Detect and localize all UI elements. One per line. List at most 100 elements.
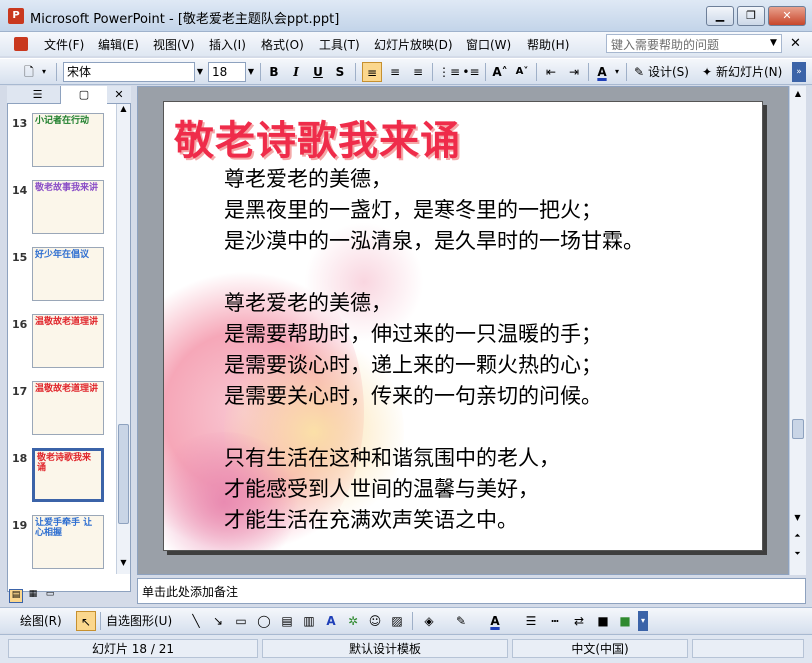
slide-vertical-scrollbar[interactable]: ▲ [789,86,806,575]
dash-style-icon[interactable]: ┅ [546,611,564,631]
slide-text-line[interactable]: 尊老爱老的美德， [224,164,392,195]
slide-text-line[interactable]: 是需要关心时，传来的一句亲切的问候。 [224,381,602,412]
menu-edit[interactable]: 编辑(E) [98,36,139,53]
normal-view-icon[interactable]: ▤ [9,589,23,603]
slide-canvas[interactable]: 敬老诗歌我来诵 尊老爱老的美德， 是黑夜里的一盏灯，是寒冬里的一把火； 是沙漠中的一… [163,101,763,551]
slide-text-line[interactable]: 才能感受到人世间的温馨与美好， [224,474,539,505]
arrow-icon[interactable]: ↘ [210,611,226,631]
menu-slideshow[interactable]: 幻灯片放映(D) [374,36,453,53]
font-name-select[interactable]: 宋体 [63,62,195,82]
slide-thumbnail[interactable]: 温敬故老道理讲 [32,381,104,435]
new-slide-button[interactable]: 新幻灯片(N) [716,62,782,82]
slide-scroll-down-icon[interactable]: ▼ [789,510,806,526]
slide-sorter-icon[interactable]: ▦ [26,589,40,603]
wordart-icon[interactable]: A [322,611,340,631]
bullets-icon[interactable]: •≡ [461,62,481,82]
menu-insert[interactable]: 插入(I) [209,36,246,53]
drawbar-font-color-icon[interactable]: A [486,611,504,631]
close-pane-icon[interactable]: ✕ [111,86,127,104]
slide-scroll-thumb[interactable] [792,419,804,439]
increase-font-icon[interactable]: A˄ [490,62,510,82]
thumbnail-scroll-thumb[interactable] [118,424,129,524]
slide-title[interactable]: 敬老诗歌我来诵 [174,108,461,166]
align-left-icon[interactable]: ≡ [362,62,382,82]
scroll-up-icon[interactable]: ▲ [117,104,130,118]
slide-thumbnail[interactable]: 敬老故事我来讲 [32,180,104,234]
menu-format[interactable]: 格式(O) [261,36,304,53]
slide-thumbnail[interactable]: 让爱手牵手 让心相握 [32,515,104,569]
new-slide-icon[interactable]: ✦ [700,62,714,82]
next-slide-icon[interactable]: ⏷ [789,546,806,562]
menu-file[interactable]: 文件(F) [44,36,84,53]
new-document-icon[interactable]: 🗋 [20,62,38,82]
slide-text-line[interactable]: 只有生活在这种和谐氛围中的老人， [224,443,560,474]
fill-color-icon[interactable]: ◈ [420,611,438,631]
design-button[interactable]: 设计(S) [648,62,689,82]
close-document-icon[interactable]: ✕ [790,36,801,51]
line-style-icon[interactable]: ☰ [522,611,540,631]
menu-view[interactable]: 视图(V) [153,36,195,53]
slide-thumbnail[interactable]: 温敬故老道理讲 [32,314,104,368]
draw-menu[interactable]: 绘图(R) [20,611,62,631]
menu-tools[interactable]: 工具(T) [319,36,360,53]
increase-indent-icon[interactable]: ⇥ [564,62,584,82]
design-icon[interactable]: ✎ [632,62,646,82]
minimize-button[interactable]: ▁ [706,6,734,26]
previous-slide-icon[interactable]: ⏶ [789,528,806,544]
picture-icon[interactable]: ▨ [388,611,406,631]
italic-icon[interactable]: I [287,62,305,82]
align-center-icon[interactable]: ≡ [385,62,405,82]
vertical-textbox-icon[interactable]: ▥ [300,611,318,631]
restore-button[interactable]: ❐ [737,6,765,26]
shadow-icon[interactable]: S [331,62,349,82]
slide-text-line[interactable]: 才能生活在充满欢声笑语之中。 [224,505,518,536]
help-dropdown-icon[interactable]: ▼ [770,34,782,53]
slides-tab-icon[interactable]: ▢ [61,86,107,104]
toolbar-options-icon[interactable]: » [792,62,806,82]
clipart-icon[interactable]: ☺ [366,611,384,631]
align-right-icon[interactable]: ≡ [408,62,428,82]
font-size-select[interactable]: 18 [208,62,246,82]
menu-window[interactable]: 窗口(W) [466,36,511,53]
font-dropdown-icon[interactable]: ▼ [194,62,206,82]
textbox-icon[interactable]: ▤ [278,611,296,631]
3d-style-icon[interactable]: ■ [616,611,634,631]
powerpoint-app-icon[interactable]: P [8,8,24,24]
slide-scroll-up-icon[interactable]: ▲ [790,86,806,102]
arrow-style-icon[interactable]: ⇄ [570,611,588,631]
rectangle-icon[interactable]: ▭ [232,611,250,631]
autoshapes-menu[interactable]: 自选图形(U) [106,611,172,631]
bold-icon[interactable]: B [265,62,283,82]
slide-text-line[interactable]: 尊老爱老的美德， [224,288,392,319]
diagram-icon[interactable]: ✲ [344,611,362,631]
underline-icon[interactable]: U [309,62,327,82]
line-icon[interactable]: ╲ [188,611,204,631]
slide-thumbnail[interactable]: 好少年在倡议 [32,247,104,301]
close-button[interactable]: ✕ [768,6,806,26]
slide-text-line[interactable]: 是沙漠中的一泓清泉，是久旱时的一场甘霖。 [224,226,644,257]
notes-pane[interactable]: 单击此处添加备注 [137,578,806,604]
outline-tab-icon[interactable]: ☰ [15,86,61,104]
font-color-icon[interactable]: A [593,62,611,82]
slide-text-line[interactable]: 是黑夜里的一盏灯，是寒冬里的一把火； [224,195,602,226]
drawbar-options-icon[interactable]: ▾ [638,611,648,631]
slide-thumbnail[interactable]: 小记者在行动 [32,113,104,167]
select-pointer-icon[interactable]: ↖ [76,611,96,631]
oval-icon[interactable]: ◯ [255,611,273,631]
numbering-icon[interactable]: ⋮≡ [438,62,460,82]
scroll-down-icon[interactable]: ▼ [117,558,130,572]
document-icon[interactable] [14,37,28,51]
shadow-style-icon[interactable]: ■ [594,611,612,631]
line-color-icon[interactable]: ✎ [452,611,470,631]
new-dropdown-icon[interactable]: ▾ [38,62,50,82]
font-color-dropdown-icon[interactable]: ▾ [611,62,623,82]
decrease-font-icon[interactable]: A˅ [512,62,532,82]
decrease-indent-icon[interactable]: ⇤ [541,62,561,82]
slide-thumbnail[interactable]: 敬老诗歌我来诵 [32,448,104,502]
slideshow-view-icon[interactable]: ▭ [43,589,57,603]
menu-help[interactable]: 帮助(H) [527,36,569,53]
slide-text-line[interactable]: 是需要谈心时，递上来的一颗火热的心； [224,350,602,381]
thumbnail-scrollbar[interactable]: ▲ ▼ [116,104,130,574]
slide-text-line[interactable]: 是需要帮助时，伸过来的一只温暖的手； [224,319,602,350]
help-search-input[interactable]: 键入需要帮助的问题 [606,34,782,53]
